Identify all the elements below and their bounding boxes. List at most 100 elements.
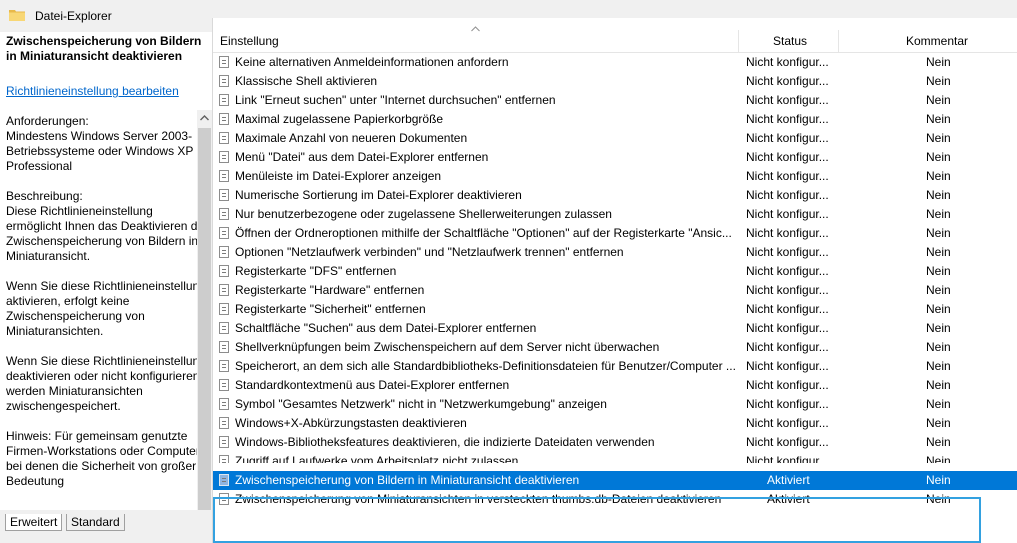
description-text: Beschreibung: Diese Richtlinieneinstellu… [6, 189, 208, 263]
setting-row[interactable]: Registerkarte "Hardware" entfernen Nicht … [213, 281, 1017, 300]
requirements-text: Anforderungen: Mindestens Windows Server… [6, 114, 194, 173]
setting-status: Nicht konfigur... [746, 93, 829, 107]
setting-name: Maximale Anzahl von neueren Dokumenten [235, 131, 468, 145]
setting-comment: Nein [926, 378, 951, 392]
description-scrollbar[interactable] [197, 110, 212, 510]
setting-row[interactable]: Zwischenspeicherung von Miniaturansichte… [213, 490, 1017, 509]
setting-row[interactable]: Windows-Bibliotheksfeatures deaktivieren… [213, 433, 1017, 452]
column-divider[interactable] [738, 30, 739, 52]
setting-name: Zwischenspeicherung von Bildern in Minia… [235, 473, 580, 487]
setting-status: Nicht konfigur... [746, 226, 829, 240]
policy-setting-icon [219, 265, 229, 277]
setting-comment: Nein [926, 283, 951, 297]
setting-comment: Nein [926, 245, 951, 259]
setting-row[interactable]: Standardkontextmenü aus Datei-Explorer e… [213, 376, 1017, 395]
setting-name: Klassische Shell aktivieren [235, 74, 378, 88]
setting-row[interactable]: Registerkarte "DFS" entfernen Nicht konfi… [213, 262, 1017, 281]
setting-row[interactable]: Shellverknüpfungen beim Zwischenspeicher… [213, 338, 1017, 357]
setting-row[interactable]: Speicherort, an dem sich alle Standardbi… [213, 357, 1017, 376]
setting-status: Nicht konfigur... [746, 150, 829, 164]
setting-name: Windows-Bibliotheksfeatures deaktivieren… [235, 435, 655, 449]
column-header-comment[interactable]: Kommentar [906, 34, 968, 48]
setting-row[interactable]: Klassische Shell aktivieren Nicht konfigu… [213, 72, 1017, 91]
settings-list: Einstellung Status Kommentar Keine alter… [212, 18, 1017, 543]
scroll-thumb[interactable] [198, 128, 211, 510]
setting-row[interactable]: Registerkarte "Sicherheit" entfernen Nich… [213, 300, 1017, 319]
setting-comment: Nein [926, 131, 951, 145]
setting-row[interactable]: Menüleiste im Datei-Explorer anzeigen Nic… [213, 167, 1017, 186]
setting-status: Nicht konfigur... [746, 454, 829, 468]
policy-setting-icon [219, 284, 229, 296]
setting-row[interactable]: Optionen "Netzlaufwerk verbinden" und "N… [213, 243, 1017, 262]
policy-setting-icon [219, 360, 229, 372]
description-pane: Zwischenspeicherung von Bildern in Minia… [0, 32, 212, 510]
setting-comment: Nein [926, 112, 951, 126]
setting-status: Nicht konfigur... [746, 378, 829, 392]
setting-name: Symbol "Gesamtes Netzwerk" nicht in "Net… [235, 397, 607, 411]
setting-comment: Nein [926, 435, 951, 449]
setting-row[interactable]: Link "Erneut suchen" unter "Internet dur… [213, 91, 1017, 110]
scroll-up-button[interactable] [197, 110, 212, 125]
setting-status: Nicht konfigur... [746, 435, 829, 449]
policy-setting-icon [219, 132, 229, 144]
policy-setting-icon [219, 113, 229, 125]
setting-status: Aktiviert [767, 473, 810, 487]
setting-row[interactable]: Maximal zugelassene Papierkorbgröße Nicht… [213, 110, 1017, 129]
setting-name: Öffnen der Ordneroptionen mithilfe der S… [235, 226, 732, 240]
setting-row[interactable]: Menü "Datei" aus dem Datei-Explorer entf… [213, 148, 1017, 167]
setting-row[interactable]: Keine alternativen Anmeldeinformationen … [213, 53, 1017, 72]
setting-row[interactable]: Symbol "Gesamtes Netzwerk" nicht in "Net… [213, 395, 1017, 414]
policy-setting-icon [219, 75, 229, 87]
setting-comment: Nein [926, 169, 951, 183]
setting-comment: Nein [926, 188, 951, 202]
if-disabled-text: Wenn Sie diese Richtlinieneinstellung de… [6, 354, 206, 413]
policy-setting-icon [219, 379, 229, 391]
setting-name: Speicherort, an dem sich alle Standardbi… [235, 359, 735, 373]
setting-status: Nicht konfigur... [746, 321, 829, 335]
policy-title: Zwischenspeicherung von Bildern in Minia… [6, 34, 202, 63]
setting-row[interactable]: Maximale Anzahl von neueren Dokumenten Ni… [213, 129, 1017, 148]
setting-comment: Nein [926, 397, 951, 411]
setting-row[interactable]: Windows+X-Abkürzungstasten deaktivieren N… [213, 414, 1017, 433]
setting-comment: Nein [926, 340, 951, 354]
column-header-status[interactable]: Status [773, 34, 807, 48]
policy-setting-icon [219, 341, 229, 353]
setting-row[interactable]: Schaltfläche "Suchen" aus dem Datei-Expl… [213, 319, 1017, 338]
setting-comment: Nein [926, 150, 951, 164]
edit-policy-link[interactable]: Richtlinieneinstellung bearbeiten [6, 84, 210, 99]
column-divider[interactable] [838, 30, 839, 52]
setting-status: Nicht konfigur... [746, 283, 829, 297]
policy-setting-icon [219, 303, 229, 315]
setting-row[interactable]: Zugriff auf Laufwerke vom Arbeitsplatz n… [213, 452, 1017, 468]
policy-setting-icon [219, 208, 229, 220]
setting-comment: Nein [926, 454, 951, 468]
tab-standard[interactable]: Standard [66, 514, 125, 531]
setting-name: Schaltfläche "Suchen" aus dem Datei-Expl… [235, 321, 537, 335]
setting-status: Nicht konfigur... [746, 302, 829, 316]
if-enabled-text: Wenn Sie diese Richtlinieneinstellung ak… [6, 279, 206, 338]
tab-extended[interactable]: Erweitert [5, 514, 63, 531]
policy-setting-icon [219, 398, 229, 410]
sort-ascending-icon [471, 26, 480, 32]
policy-setting-icon [219, 493, 229, 505]
policy-setting-icon [219, 170, 229, 182]
setting-name: Maximal zugelassene Papierkorbgröße [235, 112, 444, 126]
setting-comment: Nein [926, 93, 951, 107]
setting-status: Nicht konfigur... [746, 188, 829, 202]
setting-row[interactable]: Öffnen der Ordneroptionen mithilfe der S… [213, 224, 1017, 243]
setting-name: Menüleiste im Datei-Explorer anzeigen [235, 169, 442, 183]
setting-comment: Nein [926, 207, 951, 221]
hint-text: Hinweis: Für gemeinsam genutzte Firmen-W… [6, 429, 203, 488]
policy-setting-icon [219, 227, 229, 239]
setting-row-selected[interactable]: Zwischenspeicherung von Bildern in Minia… [213, 471, 1017, 490]
column-header-setting[interactable]: Einstellung [220, 34, 279, 48]
setting-name: Menü "Datei" aus dem Datei-Explorer entf… [235, 150, 489, 164]
setting-row[interactable]: Nur benutzerbezogene oder zugelassene Sh… [213, 205, 1017, 224]
setting-name: Zwischenspeicherung von Miniaturansichte… [235, 492, 722, 506]
setting-name: Shellverknüpfungen beim Zwischenspeicher… [235, 340, 660, 354]
setting-name: Link "Erneut suchen" unter "Internet dur… [235, 93, 556, 107]
setting-row[interactable]: Numerische Sortierung im Datei-Explorer … [213, 186, 1017, 205]
setting-status: Nicht konfigur... [746, 359, 829, 373]
policy-setting-icon [219, 56, 229, 68]
setting-comment: Nein [926, 302, 951, 316]
